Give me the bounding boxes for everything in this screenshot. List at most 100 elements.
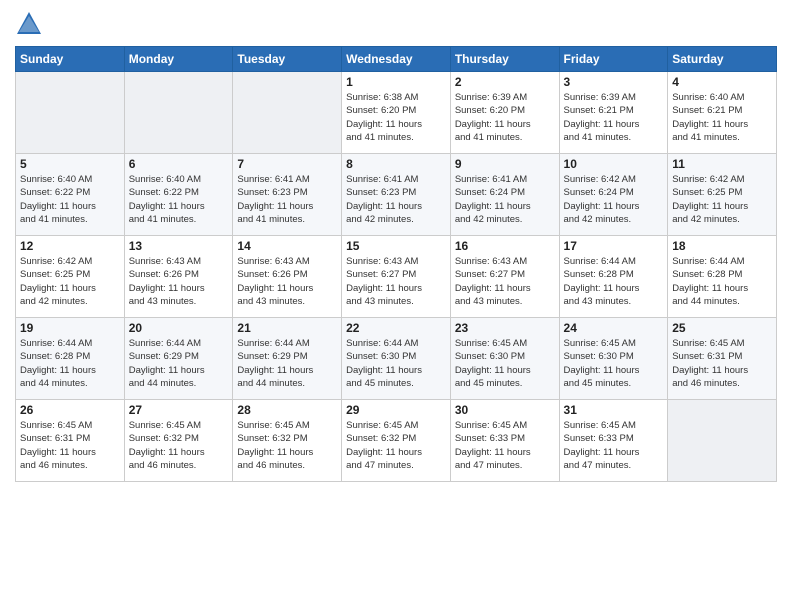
day-number: 19 — [20, 321, 120, 335]
day-number: 12 — [20, 239, 120, 253]
day-info: Sunrise: 6:40 AM Sunset: 6:21 PM Dayligh… — [672, 91, 772, 144]
day-info: Sunrise: 6:41 AM Sunset: 6:23 PM Dayligh… — [237, 173, 337, 226]
logo — [15, 10, 47, 38]
week-row-2: 5 Sunrise: 6:40 AM Sunset: 6:22 PM Daylig… — [16, 154, 777, 236]
calendar-cell: 18Sunrise: 6:44 AM Sunset: 6:28 PM Dayli… — [668, 236, 777, 318]
weekday-header-wednesday: Wednesday — [342, 47, 451, 72]
calendar-cell: 16 Sunrise: 6:43 AM Sunset: 6:27 PM Dayli… — [450, 236, 559, 318]
day-info: Sunrise: 6:39 AM Sunset: 6:21 PM Dayligh… — [564, 91, 664, 144]
day-number: 23 — [455, 321, 555, 335]
week-row-1: 1 Sunrise: 6:38 AM Sunset: 6:20 PM Daylig… — [16, 72, 777, 154]
day-info: Sunrise: 6:42 AM Sunset: 6:24 PM Dayligh… — [564, 173, 664, 226]
day-number: 16 — [455, 239, 555, 253]
day-info: Sunrise: 6:45 AM Sunset: 6:31 PM Dayligh… — [20, 419, 120, 472]
day-number: 22 — [346, 321, 446, 335]
calendar-cell: 15 Sunrise: 6:43 AM Sunset: 6:27 PM Dayli… — [342, 236, 451, 318]
day-number: 27 — [129, 403, 229, 417]
weekday-header-monday: Monday — [124, 47, 233, 72]
calendar-cell — [16, 72, 125, 154]
day-number: 11 — [672, 157, 772, 171]
day-number: 6 — [129, 157, 229, 171]
day-number: 5 — [20, 157, 120, 171]
calendar-cell: 6Sunrise: 6:40 AM Sunset: 6:22 PM Daylig… — [124, 154, 233, 236]
calendar-cell: 20 Sunrise: 6:44 AM Sunset: 6:29 PM Dayli… — [124, 318, 233, 400]
day-info: Sunrise: 6:41 AM Sunset: 6:23 PM Dayligh… — [346, 173, 446, 226]
calendar-cell — [233, 72, 342, 154]
week-row-4: 19 Sunrise: 6:44 AM Sunset: 6:28 PM Dayli… — [16, 318, 777, 400]
calendar-cell: 24 Sunrise: 6:45 AM Sunset: 6:30 PM Dayli… — [559, 318, 668, 400]
calendar-cell: 19 Sunrise: 6:44 AM Sunset: 6:28 PM Dayli… — [16, 318, 125, 400]
calendar-cell: 10 Sunrise: 6:42 AM Sunset: 6:24 PM Dayli… — [559, 154, 668, 236]
calendar-cell: 30 Sunrise: 6:45 AM Sunset: 6:33 PM Dayli… — [450, 400, 559, 482]
day-info: Sunrise: 6:39 AM Sunset: 6:20 PM Dayligh… — [455, 91, 555, 144]
day-info: Sunrise: 6:45 AM Sunset: 6:32 PM Dayligh… — [346, 419, 446, 472]
calendar-cell: 28 Sunrise: 6:45 AM Sunset: 6:32 PM Dayli… — [233, 400, 342, 482]
day-number: 9 — [455, 157, 555, 171]
day-number: 17 — [564, 239, 664, 253]
day-number: 26 — [20, 403, 120, 417]
day-number: 31 — [564, 403, 664, 417]
calendar-cell: 13 Sunrise: 6:43 AM Sunset: 6:26 PM Dayli… — [124, 236, 233, 318]
calendar-cell: 14 Sunrise: 6:43 AM Sunset: 6:26 PM Dayli… — [233, 236, 342, 318]
weekday-header-sunday: Sunday — [16, 47, 125, 72]
calendar-cell: 29Sunrise: 6:45 AM Sunset: 6:32 PM Dayli… — [342, 400, 451, 482]
day-number: 15 — [346, 239, 446, 253]
calendar-cell: 17 Sunrise: 6:44 AM Sunset: 6:28 PM Dayli… — [559, 236, 668, 318]
day-number: 13 — [129, 239, 229, 253]
day-info: Sunrise: 6:42 AM Sunset: 6:25 PM Dayligh… — [20, 255, 120, 308]
calendar-cell — [124, 72, 233, 154]
day-info: Sunrise: 6:45 AM Sunset: 6:30 PM Dayligh… — [455, 337, 555, 390]
day-info: Sunrise: 6:44 AM Sunset: 6:28 PM Dayligh… — [20, 337, 120, 390]
calendar-cell: 12 Sunrise: 6:42 AM Sunset: 6:25 PM Dayli… — [16, 236, 125, 318]
day-info: Sunrise: 6:44 AM Sunset: 6:30 PM Dayligh… — [346, 337, 446, 390]
day-number: 30 — [455, 403, 555, 417]
day-info: Sunrise: 6:45 AM Sunset: 6:33 PM Dayligh… — [564, 419, 664, 472]
day-info: Sunrise: 6:43 AM Sunset: 6:27 PM Dayligh… — [346, 255, 446, 308]
page: SundayMondayTuesdayWednesdayThursdayFrid… — [0, 0, 792, 612]
day-info: Sunrise: 6:44 AM Sunset: 6:28 PM Dayligh… — [672, 255, 772, 308]
day-number: 10 — [564, 157, 664, 171]
day-number: 14 — [237, 239, 337, 253]
weekday-header-thursday: Thursday — [450, 47, 559, 72]
day-number: 24 — [564, 321, 664, 335]
week-row-3: 12 Sunrise: 6:42 AM Sunset: 6:25 PM Dayli… — [16, 236, 777, 318]
calendar-cell: 9 Sunrise: 6:41 AM Sunset: 6:24 PM Daylig… — [450, 154, 559, 236]
header — [15, 10, 777, 38]
day-info: Sunrise: 6:44 AM Sunset: 6:29 PM Dayligh… — [129, 337, 229, 390]
day-info: Sunrise: 6:40 AM Sunset: 6:22 PM Dayligh… — [20, 173, 120, 226]
calendar-cell: 25 Sunrise: 6:45 AM Sunset: 6:31 PM Dayli… — [668, 318, 777, 400]
day-info: Sunrise: 6:42 AM Sunset: 6:25 PM Dayligh… — [672, 173, 772, 226]
day-info: Sunrise: 6:45 AM Sunset: 6:32 PM Dayligh… — [129, 419, 229, 472]
calendar-cell: 8 Sunrise: 6:41 AM Sunset: 6:23 PM Daylig… — [342, 154, 451, 236]
day-info: Sunrise: 6:45 AM Sunset: 6:30 PM Dayligh… — [564, 337, 664, 390]
day-number: 25 — [672, 321, 772, 335]
calendar-cell: 21Sunrise: 6:44 AM Sunset: 6:29 PM Dayli… — [233, 318, 342, 400]
day-info: Sunrise: 6:45 AM Sunset: 6:33 PM Dayligh… — [455, 419, 555, 472]
day-info: Sunrise: 6:45 AM Sunset: 6:31 PM Dayligh… — [672, 337, 772, 390]
day-number: 3 — [564, 75, 664, 89]
day-info: Sunrise: 6:43 AM Sunset: 6:27 PM Dayligh… — [455, 255, 555, 308]
calendar-cell: 31 Sunrise: 6:45 AM Sunset: 6:33 PM Dayli… — [559, 400, 668, 482]
calendar-cell: 3 Sunrise: 6:39 AM Sunset: 6:21 PM Daylig… — [559, 72, 668, 154]
day-number: 1 — [346, 75, 446, 89]
day-info: Sunrise: 6:44 AM Sunset: 6:28 PM Dayligh… — [564, 255, 664, 308]
day-info: Sunrise: 6:41 AM Sunset: 6:24 PM Dayligh… — [455, 173, 555, 226]
day-info: Sunrise: 6:45 AM Sunset: 6:32 PM Dayligh… — [237, 419, 337, 472]
calendar-cell: 2Sunrise: 6:39 AM Sunset: 6:20 PM Daylig… — [450, 72, 559, 154]
calendar-cell: 1 Sunrise: 6:38 AM Sunset: 6:20 PM Daylig… — [342, 72, 451, 154]
day-number: 28 — [237, 403, 337, 417]
day-info: Sunrise: 6:43 AM Sunset: 6:26 PM Dayligh… — [129, 255, 229, 308]
weekday-header-row: SundayMondayTuesdayWednesdayThursdayFrid… — [16, 47, 777, 72]
calendar-table: SundayMondayTuesdayWednesdayThursdayFrid… — [15, 46, 777, 482]
calendar-cell: 26 Sunrise: 6:45 AM Sunset: 6:31 PM Dayli… — [16, 400, 125, 482]
calendar-cell: 7Sunrise: 6:41 AM Sunset: 6:23 PM Daylig… — [233, 154, 342, 236]
calendar-cell: 27 Sunrise: 6:45 AM Sunset: 6:32 PM Dayli… — [124, 400, 233, 482]
day-number: 21 — [237, 321, 337, 335]
day-number: 4 — [672, 75, 772, 89]
calendar-cell: 4 Sunrise: 6:40 AM Sunset: 6:21 PM Daylig… — [668, 72, 777, 154]
weekday-header-friday: Friday — [559, 47, 668, 72]
day-number: 20 — [129, 321, 229, 335]
day-info: Sunrise: 6:38 AM Sunset: 6:20 PM Dayligh… — [346, 91, 446, 144]
day-info: Sunrise: 6:43 AM Sunset: 6:26 PM Dayligh… — [237, 255, 337, 308]
day-number: 8 — [346, 157, 446, 171]
